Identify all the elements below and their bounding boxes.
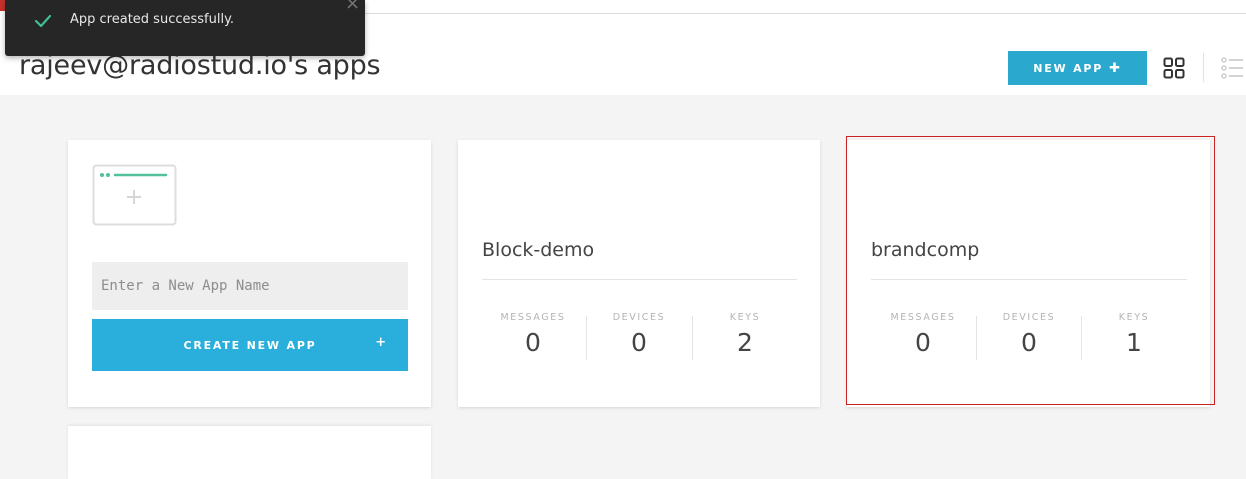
create-new-app-button[interactable]: CREATE NEW APP + [92,319,408,371]
toast-notification: App created successfully. × [5,0,365,56]
stat-label: KEYS [1118,312,1150,323]
toast-message: App created successfully. [70,12,235,27]
stat-devices: DEVICES 0 [586,312,692,360]
stat-label: MESSAGES [890,312,956,323]
create-new-app-label: CREATE NEW APP [183,338,317,352]
stat-keys: KEYS 1 [1081,312,1187,360]
stat-keys: KEYS 2 [692,312,798,360]
toast-close-icon[interactable]: × [345,0,360,14]
view-toggle-divider [1203,53,1204,82]
stat-messages: MESSAGES 0 [480,312,586,360]
stat-value: 2 [737,328,753,357]
stat-value: 0 [915,328,931,357]
card-divider [482,279,797,280]
stat-label: MESSAGES [500,312,566,323]
app-card-brandcomp[interactable]: brandcomp MESSAGES 0 DEVICES 0 KEYS 1 [847,140,1210,407]
new-app-label: NEW APP [1033,61,1104,75]
new-app-name-input[interactable] [92,262,408,310]
new-app-illustration-icon [92,164,177,226]
stat-label: DEVICES [1002,312,1056,323]
stat-value: 0 [1021,328,1037,357]
check-icon [34,14,52,28]
stat-value: 0 [631,328,647,357]
plus-icon: + [375,335,388,350]
stat-value: 1 [1126,328,1142,357]
header-top-divider [365,13,1246,14]
app-card-partial[interactable] [68,426,431,479]
app-name[interactable]: Block-demo [482,239,594,261]
stat-devices: DEVICES 0 [976,312,1082,360]
card-divider [871,279,1187,280]
stat-value: 0 [525,328,541,357]
stat-messages: MESSAGES 0 [870,312,976,360]
create-app-card: CREATE NEW APP + [68,140,431,407]
app-name[interactable]: brandcomp [871,239,979,261]
app-card-block-demo[interactable]: Block-demo MESSAGES 0 DEVICES 0 KEYS 2 [458,140,820,407]
stat-label: KEYS [729,312,761,323]
new-app-button[interactable]: NEW APP ✚ [1008,51,1147,85]
plus-icon: ✚ [1109,60,1122,76]
grid-view-icon[interactable] [1163,57,1185,79]
list-view-icon[interactable] [1221,57,1243,79]
stat-label: DEVICES [612,312,666,323]
